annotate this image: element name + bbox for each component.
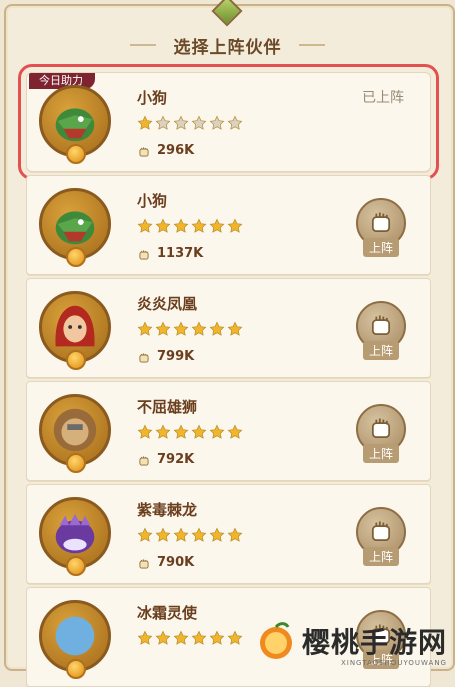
star-icon — [173, 630, 189, 646]
rank-gem-icon — [66, 144, 86, 164]
star-icon — [191, 630, 207, 646]
fist-icon — [137, 247, 151, 261]
partner-avatar — [39, 394, 111, 473]
power-value: 1137K — [157, 246, 204, 261]
deploy-label: 上阵 — [362, 341, 399, 360]
star-icon — [209, 321, 225, 337]
star-rating — [137, 630, 243, 646]
power-row: 790K — [137, 555, 194, 570]
partner-avatar — [39, 85, 111, 164]
power-row: 296K — [137, 143, 194, 158]
partner-avatar — [39, 188, 111, 267]
power-value: 799K — [157, 349, 195, 364]
page-title: 选择上阵伙伴 — [173, 37, 282, 58]
partner-card[interactable]: 不屈雄狮 792K 上阵 — [26, 381, 431, 481]
star-icon — [137, 424, 153, 440]
watermark-subtext: XINGTAOSHOUYOUWANG — [340, 659, 447, 667]
star-icon — [191, 321, 207, 337]
partner-avatar — [39, 291, 111, 370]
partner-avatar — [39, 497, 111, 576]
fist-icon — [137, 453, 151, 467]
star-icon — [227, 630, 243, 646]
rank-gem-icon — [66, 659, 86, 679]
fist-icon — [137, 144, 151, 158]
deploy-button[interactable]: 上阵 — [354, 301, 408, 365]
star-icon — [209, 115, 225, 131]
deploy-label: 上阵 — [362, 547, 399, 566]
deploy-button[interactable]: 上阵 — [354, 507, 408, 571]
star-icon — [155, 321, 171, 337]
partner-name: 紫毒棘龙 — [137, 501, 198, 519]
partner-card[interactable]: 紫毒棘龙 790K 上阵 — [26, 484, 431, 584]
star-icon — [137, 115, 153, 131]
star-icon — [209, 218, 225, 234]
star-icon — [227, 424, 243, 440]
star-icon — [155, 115, 171, 131]
power-row: 1137K — [137, 246, 203, 261]
partner-card[interactable]: 炎炎凤凰 799K 上阵 — [26, 278, 431, 378]
fist-icon — [137, 350, 151, 364]
partner-card[interactable]: 今日助力 小狗 296K 已上阵 — [18, 64, 439, 180]
status-deployed: 已上阵 — [362, 90, 404, 106]
star-rating — [137, 218, 243, 234]
star-rating — [137, 115, 243, 131]
star-icon — [191, 218, 207, 234]
star-icon — [173, 527, 189, 543]
power-value: 790K — [157, 555, 195, 570]
power-row: 792K — [137, 452, 194, 467]
partner-name: 不屈雄狮 — [137, 398, 198, 416]
star-icon — [155, 527, 171, 543]
star-icon — [137, 218, 153, 234]
deploy-label: 上阵 — [362, 444, 399, 463]
power-row: 799K — [137, 349, 194, 364]
deploy-button[interactable]: 上阵 — [354, 404, 408, 468]
power-value: 792K — [157, 452, 195, 467]
rank-gem-icon — [66, 453, 86, 473]
rank-gem-icon — [66, 556, 86, 576]
star-icon — [155, 424, 171, 440]
star-icon — [227, 218, 243, 234]
star-icon — [173, 321, 189, 337]
partner-card[interactable]: 小狗 1137K 上阵 — [26, 175, 431, 275]
power-value: 296K — [157, 143, 195, 158]
star-icon — [173, 218, 189, 234]
star-icon — [209, 527, 225, 543]
star-icon — [227, 527, 243, 543]
rank-gem-icon — [66, 247, 86, 267]
deploy-label: 上阵 — [362, 238, 399, 257]
star-icon — [191, 424, 207, 440]
star-icon — [137, 321, 153, 337]
title-bar: 选择上阵伙伴 — [130, 30, 325, 60]
star-rating — [137, 527, 243, 543]
cherry-logo-icon — [259, 622, 292, 659]
partner-name: 小狗 — [137, 89, 168, 107]
star-icon — [137, 527, 153, 543]
fist-icon — [137, 556, 151, 570]
partner-name: 冰霜灵使 — [137, 604, 198, 622]
star-icon — [173, 424, 189, 440]
watermark-text: 樱桃手游网 — [301, 626, 447, 659]
star-icon — [137, 630, 153, 646]
rank-gem-icon — [66, 350, 86, 370]
star-icon — [227, 321, 243, 337]
partner-name: 炎炎凤凰 — [137, 295, 198, 313]
star-icon — [191, 527, 207, 543]
star-icon — [155, 218, 171, 234]
watermark: 樱桃手游网 — [256, 621, 447, 661]
star-icon — [209, 424, 225, 440]
star-icon — [191, 115, 207, 131]
deploy-button[interactable]: 上阵 — [354, 198, 408, 262]
partner-avatar — [39, 600, 111, 679]
star-icon — [227, 115, 243, 131]
star-rating — [137, 424, 243, 440]
star-icon — [155, 630, 171, 646]
star-icon — [209, 630, 225, 646]
star-rating — [137, 321, 243, 337]
partner-name: 小狗 — [137, 192, 168, 210]
star-icon — [173, 115, 189, 131]
